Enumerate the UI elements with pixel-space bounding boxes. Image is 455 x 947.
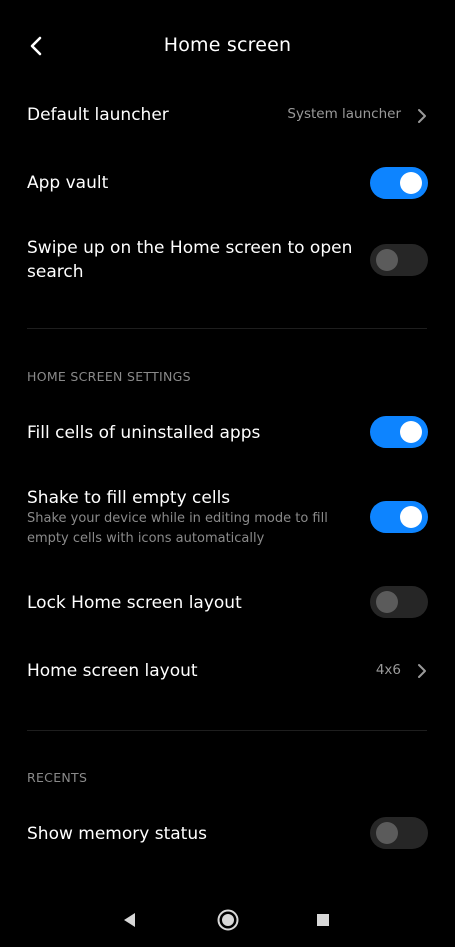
shake-to-fill-row: Shake to fill empty cells Shake your dev… [0,484,455,552]
nav-back-button[interactable] [115,905,145,935]
swipe-up-search-label-line2: search [27,262,84,282]
header: Home screen [0,24,455,70]
toggle-knob [400,172,422,194]
chevron-right-icon [418,664,426,678]
fill-cells-row: Fill cells of uninstalled apps [0,413,455,453]
toggle-knob [376,249,398,271]
swipe-up-search-label-line1: Swipe up on the Home screen to open [27,238,353,258]
show-memory-toggle[interactable] [370,817,428,849]
divider [27,730,427,731]
home-screen-layout-label: Home screen layout [27,661,198,681]
lock-layout-toggle[interactable] [370,586,428,618]
shake-to-fill-desc-line1: Shake your device while in editing mode … [27,511,328,526]
toggle-knob [400,506,422,528]
home-screen-layout-value: 4x6 [375,662,401,678]
nav-recents-button[interactable] [308,905,338,935]
shake-to-fill-label: Shake to fill empty cells [27,488,231,508]
status-bar [0,0,455,10]
recents-square-icon [317,914,329,926]
shake-to-fill-desc-line2: empty cells with icons automatically [27,531,265,546]
toggle-knob [376,822,398,844]
home-screen-layout-row[interactable]: Home screen layout 4x6 [0,652,455,692]
lock-layout-row: Lock Home screen layout [0,585,455,625]
toggle-knob [376,591,398,613]
home-circle-icon [217,909,239,931]
navigation-bar [0,895,455,947]
swipe-up-search-toggle[interactable] [370,244,428,276]
chevron-right-icon [418,109,426,123]
back-triangle-icon [124,913,135,927]
nav-home-button[interactable] [213,905,243,935]
show-memory-label: Show memory status [27,824,207,844]
fill-cells-toggle[interactable] [370,416,428,448]
show-memory-row: Show memory status [0,815,455,855]
lock-layout-label: Lock Home screen layout [27,593,242,613]
toggle-knob [400,421,422,443]
fill-cells-label: Fill cells of uninstalled apps [27,423,261,443]
swipe-up-search-row: Swipe up on the Home screen to open sear… [0,234,455,290]
section-title-home-screen-settings: HOME SCREEN SETTINGS [27,369,191,384]
app-vault-toggle[interactable] [370,167,428,199]
app-vault-row: App vault [0,163,455,203]
divider [27,328,427,329]
default-launcher-value: System launcher [287,106,401,122]
default-launcher-label: Default launcher [27,105,169,125]
page-title: Home screen [163,34,292,56]
default-launcher-row[interactable]: Default launcher System launcher [0,96,455,136]
app-vault-label: App vault [27,173,109,193]
shake-to-fill-toggle[interactable] [370,501,428,533]
section-title-recents: RECENTS [27,770,88,785]
